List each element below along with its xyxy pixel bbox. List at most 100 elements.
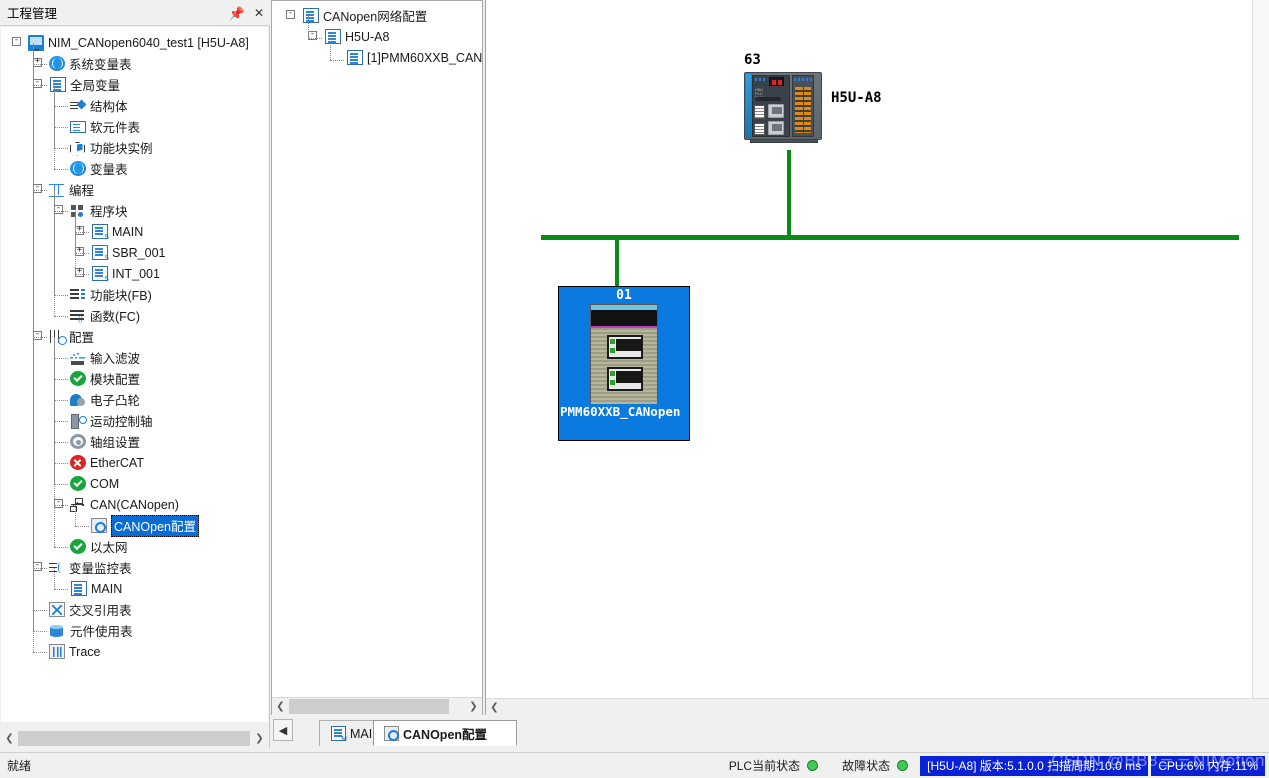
fault-state-led (897, 760, 908, 771)
tree-item-软元件表[interactable]: 软元件表 (2, 116, 267, 137)
tree-item-功能块-fb-[interactable]: 功能块(FB) (2, 284, 267, 305)
collapse-toggle[interactable] (33, 184, 42, 193)
collapse-toggle[interactable] (54, 499, 63, 508)
tree-item-程序块[interactable]: 程序块 (2, 200, 267, 221)
pin-icon[interactable]: 📌 (229, 7, 245, 20)
master-node-h5u-a8[interactable]: 63 H5UPLCRUN (744, 52, 882, 140)
tree-item-以太网[interactable]: 以太网 (2, 536, 267, 557)
tree-item-label: 配置 (69, 327, 94, 346)
canvas-hscrollbar[interactable]: ❮ (486, 698, 1269, 715)
canopen-bus-horizontal (541, 235, 1239, 240)
input-filter-icon (70, 350, 86, 366)
scroll-left-arrow[interactable]: ❮ (486, 699, 503, 716)
expand-toggle[interactable] (75, 247, 84, 256)
expand-toggle[interactable] (75, 226, 84, 235)
tree-item-label: 元件使用表 (70, 621, 133, 640)
tab-canopen-config[interactable]: CANOpen配置 (373, 720, 517, 746)
fault-state-indicator: 故障状态 (842, 757, 908, 774)
hscroll-thumb[interactable] (289, 699, 449, 714)
tree-item-can-canopen-[interactable]: CAN(CANopen) (2, 494, 267, 515)
collapse-toggle[interactable] (286, 10, 295, 19)
scroll-left-icon[interactable]: ◀ (273, 719, 293, 741)
project-manager-panel: 工程管理 📌 ✕ NIM_CANopen6040_test1 [H5U-A8]系… (0, 0, 270, 748)
tree-item-输入滤波[interactable]: 输入滤波 (2, 347, 267, 368)
collapse-toggle[interactable] (12, 37, 21, 46)
canopen-network-tree-panel: CANopen网络配置H5U-A8[1]PMM60XXB_CANo ❮ ❯ (271, 0, 483, 715)
tree-item-label: MAIN (112, 225, 143, 239)
project-tree-container[interactable]: NIM_CANopen6040_test1 [H5U-A8]系统变量表全局变量结… (1, 27, 268, 722)
tree-item-运动控制轴[interactable]: 运动控制轴 (2, 410, 267, 431)
tree-item-编程[interactable]: 编程 (2, 179, 267, 200)
doc-blue-icon (325, 29, 341, 44)
tree-item-canopen配置[interactable]: CANOpen配置 (2, 515, 267, 536)
slave-node-pmm60xxb[interactable]: 01 PMM60XXB_CANopen (558, 286, 690, 441)
tree-item-label: EtherCAT (90, 456, 144, 470)
program-icon: S (92, 224, 108, 239)
collapse-toggle[interactable] (308, 31, 317, 40)
tree-item-变量表[interactable]: 变量表 (2, 158, 267, 179)
tree-item-元件使用表[interactable]: 元件使用表 (2, 620, 267, 641)
tree-item--1-pmm60xxb-cano[interactable]: [1]PMM60XXB_CANo (272, 47, 482, 68)
check-ok-icon (70, 539, 86, 554)
config-icon (49, 329, 65, 345)
tree-item-com[interactable]: COM (2, 473, 267, 494)
collapse-toggle[interactable] (33, 562, 42, 571)
canopen-network-tree[interactable]: CANopen网络配置H5U-A8[1]PMM60XXB_CANo (272, 1, 482, 691)
canvas-vscrollbar[interactable] (1252, 0, 1269, 698)
network-tree-hscrollbar[interactable]: ❮ ❯ (272, 697, 482, 714)
hscroll-track[interactable] (18, 730, 251, 747)
hscroll-track[interactable] (289, 698, 465, 715)
plc-state-led (807, 760, 818, 771)
tree-item-变量监控表[interactable]: 变量监控表 (2, 557, 267, 578)
plc-state-label: PLC当前状态 (729, 757, 800, 774)
canopen-module-icon (590, 304, 658, 404)
tree-item-系统变量表[interactable]: 系统变量表 (2, 53, 267, 74)
scroll-left-arrow[interactable]: ❮ (272, 698, 289, 715)
tree-item-main[interactable]: MAIN (2, 578, 267, 599)
hscroll-thumb[interactable] (18, 731, 250, 746)
close-icon[interactable]: ✕ (254, 7, 264, 19)
cog-square-icon (91, 518, 107, 533)
tree-item-功能块实例[interactable]: 功能块实例 (2, 137, 267, 158)
tree-item-canopen网络配置[interactable]: CANopen网络配置 (272, 5, 482, 26)
tree-item-label: 结构体 (90, 96, 128, 115)
canopen-topology-editor: 63 H5UPLCRUN (485, 0, 1269, 715)
tree-item-轴组设置[interactable]: 轴组设置 (2, 431, 267, 452)
tree-item-模块配置[interactable]: 模块配置 (2, 368, 267, 389)
tree-item-label: 电子凸轮 (90, 390, 140, 409)
collapse-toggle[interactable] (33, 331, 42, 340)
hscroll-track[interactable] (503, 699, 1269, 716)
scroll-right-arrow[interactable]: ❯ (465, 698, 482, 715)
bus-drop-slave (615, 237, 619, 287)
project-tree-hscrollbar[interactable]: ❮ ❯ (1, 730, 268, 747)
tree-item-电子凸轮[interactable]: 电子凸轮 (2, 389, 267, 410)
check-ok-icon (70, 371, 86, 386)
tree-item-函数-fc-[interactable]: 函数(FC) (2, 305, 267, 326)
tree-item-h5u-a8[interactable]: H5U-A8 (272, 26, 482, 47)
tree-item-ethercat[interactable]: EtherCAT (2, 452, 267, 473)
scroll-left-arrow[interactable]: ❮ (1, 730, 18, 747)
tree-item-全局变量[interactable]: 全局变量 (2, 74, 267, 95)
collapse-toggle[interactable] (54, 205, 63, 214)
tree-item-label: 程序块 (90, 201, 128, 220)
panel-title: 工程管理 (7, 3, 57, 22)
status-ready-text: 就绪 (7, 757, 31, 774)
tree-item-交叉引用表[interactable]: 交叉引用表 (2, 599, 267, 620)
tree-item-label: 功能块实例 (90, 138, 153, 157)
document-icon (50, 77, 66, 92)
scroll-right-arrow[interactable]: ❯ (251, 730, 268, 747)
collapse-toggle[interactable] (33, 79, 42, 88)
tree-item-配置[interactable]: 配置 (2, 326, 267, 347)
tree-item-main[interactable]: S MAIN (2, 221, 267, 242)
tree-item-sbr-001[interactable]: SSBR_001 (2, 242, 267, 263)
check-ok-icon (70, 476, 86, 491)
tree-item-trace[interactable]: Trace (2, 641, 267, 662)
tree-item-int-001[interactable]: SINT_001 (2, 263, 267, 284)
expand-toggle[interactable] (33, 58, 42, 67)
cross-reference-icon (49, 602, 65, 617)
tree-item-结构体[interactable]: 结构体 (2, 95, 267, 116)
expand-toggle[interactable] (75, 268, 84, 277)
device-table-icon (70, 121, 86, 133)
tree-item-nim-canopen6040-test1-h5u-a8-[interactable]: NIM_CANopen6040_test1 [H5U-A8] (2, 32, 267, 53)
topology-canvas[interactable]: 63 H5UPLCRUN (486, 0, 1252, 698)
